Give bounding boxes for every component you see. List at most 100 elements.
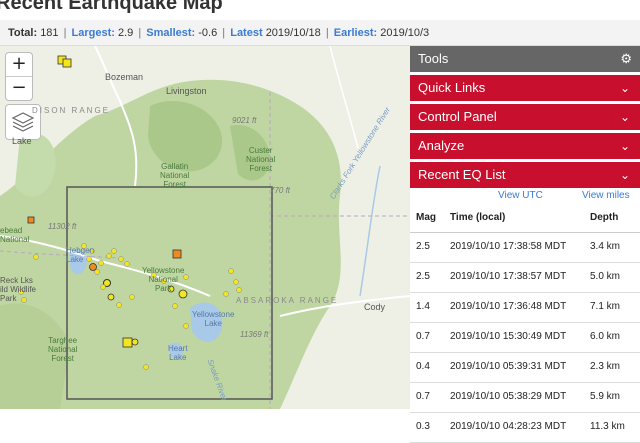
section-label: Recent EQ List — [418, 167, 506, 182]
place-label-hebgen-lake: Hebgen Lake — [66, 246, 95, 264]
chevron-down-icon: ⌄ — [619, 139, 630, 153]
eq-time: 2019/10/10 17:38:57 MDT — [450, 271, 567, 282]
earliest-label[interactable]: Earliest: — [334, 27, 377, 39]
eq-table-header: Mag Time (local) Depth — [410, 204, 640, 233]
separator: | — [325, 27, 329, 39]
peak-label: 11369 ft — [240, 330, 269, 339]
gear-icon[interactable]: ⚙ — [620, 46, 632, 72]
latest-value: 2019/10/18 — [265, 27, 321, 39]
place-label-targhee: Targhee National Forest — [48, 336, 78, 363]
smallest-label[interactable]: Smallest: — [146, 27, 195, 39]
quake-marker[interactable] — [143, 364, 149, 370]
eq-depth: 2.3 km — [590, 361, 621, 372]
place-label-custer: Custer National Forest — [246, 146, 276, 173]
separator: | — [222, 27, 226, 39]
eq-time: 2019/10/10 05:38:29 MDT — [450, 391, 567, 402]
quake-marker[interactable] — [106, 253, 112, 259]
quake-marker[interactable] — [129, 294, 135, 300]
place-label-bozeman: Bozeman — [105, 72, 144, 82]
place-label-gallatin: Gallatin National Forest — [160, 162, 190, 189]
quake-marker[interactable] — [236, 287, 242, 293]
zoom-control: + − — [5, 52, 33, 101]
earliest-value: 2019/10/3 — [380, 27, 430, 39]
column-header-time[interactable]: Time (local) — [450, 204, 505, 232]
quake-marker[interactable] — [122, 337, 133, 348]
zoom-in-button[interactable]: + — [6, 53, 32, 76]
quake-marker[interactable] — [172, 249, 182, 259]
stats-bar: Total: 181 | Largest: 2.9 | Smallest: -0… — [0, 20, 640, 46]
section-label: Control Panel — [418, 109, 497, 124]
zoom-out-button[interactable]: − — [6, 76, 32, 100]
tools-header: Tools ⚙ — [410, 46, 640, 72]
view-miles-link[interactable]: View miles — [582, 190, 630, 201]
chevron-down-icon: ⌄ — [619, 81, 630, 95]
place-label-madison-range: DISON RANGE — [32, 106, 111, 115]
quake-marker[interactable] — [89, 263, 97, 271]
section-quick-links[interactable]: Quick Links ⌄ — [410, 75, 640, 101]
place-label-reck-lks: Reck Lks ild Wildlife Park — [0, 276, 37, 303]
view-links: View UTC View miles — [410, 188, 640, 204]
section-label: Analyze — [418, 138, 465, 153]
tools-panel: Tools ⚙ Quick Links ⌄ Control Panel ⌄ An… — [410, 46, 640, 443]
total-label: Total: — [8, 27, 38, 39]
tools-title: Tools — [418, 51, 449, 66]
eq-mag: 0.7 — [416, 391, 430, 402]
column-header-depth[interactable]: Depth — [590, 204, 618, 232]
section-label: Quick Links — [418, 80, 486, 95]
column-header-mag[interactable]: Mag — [416, 204, 436, 232]
page-title: Recent Earthquake Map — [0, 0, 223, 14]
earthquake-map[interactable]: + − Bozeman Livingston DISON RANGE Lake … — [0, 46, 410, 409]
eq-mag: 2.5 — [416, 271, 430, 282]
smallest-value: -0.6 — [198, 27, 218, 39]
chevron-down-icon: ⌄ — [619, 110, 630, 124]
quake-marker[interactable] — [116, 302, 122, 308]
title-bar: Recent Earthquake Map — [0, 0, 640, 20]
quake-marker[interactable] — [233, 279, 239, 285]
latest-label[interactable]: Latest — [230, 27, 262, 39]
largest-label[interactable]: Largest: — [72, 27, 115, 39]
place-label-lake: Lake — [12, 136, 32, 146]
table-row[interactable]: 0.3 2019/10/10 04:28:23 MDT 11.3 km — [410, 413, 640, 443]
place-label-yellowstone-lake: Yellowstone Lake — [192, 310, 235, 328]
quake-marker[interactable] — [62, 58, 72, 68]
eq-mag: 1.4 — [416, 301, 430, 312]
quake-marker[interactable] — [131, 338, 139, 346]
place-label-heart-lake: Heart Lake — [168, 344, 188, 362]
total-value: 181 — [40, 27, 59, 39]
table-row[interactable]: 2.5 2019/10/10 17:38:58 MDT 3.4 km — [410, 233, 640, 263]
quake-marker[interactable] — [100, 284, 106, 290]
place-label-livingston: Livingston — [166, 86, 207, 96]
quake-marker[interactable] — [223, 291, 229, 297]
place-label-absaroka: ABSAROKA RANGE — [236, 296, 339, 305]
quake-marker[interactable] — [94, 269, 100, 275]
eq-time: 2019/10/10 17:36:48 MDT — [450, 301, 567, 312]
quake-marker[interactable] — [228, 268, 234, 274]
quake-marker[interactable] — [111, 248, 117, 254]
quake-marker[interactable] — [183, 323, 189, 329]
separator: | — [63, 27, 67, 39]
quake-marker[interactable] — [124, 261, 130, 267]
eq-depth: 3.4 km — [590, 241, 621, 252]
chevron-down-icon: ⌄ — [619, 168, 630, 182]
table-row[interactable]: 1.4 2019/10/10 17:36:48 MDT 7.1 km — [410, 293, 640, 323]
place-label-ebead: ebead National — [0, 226, 30, 244]
eq-time: 2019/10/10 17:38:58 MDT — [450, 241, 567, 252]
table-row[interactable]: 2.5 2019/10/10 17:38:57 MDT 5.0 km — [410, 263, 640, 293]
section-recent-eq-list[interactable]: Recent EQ List ⌄ — [410, 162, 640, 188]
eq-mag: 2.5 — [416, 241, 430, 252]
section-analyze[interactable]: Analyze ⌄ — [410, 133, 640, 159]
table-row[interactable]: 0.4 2019/10/10 05:39:31 MDT 2.3 km — [410, 353, 640, 383]
quake-marker[interactable] — [98, 260, 104, 266]
peak-label: 770 ft — [270, 186, 291, 195]
quake-marker[interactable] — [27, 216, 35, 224]
quake-marker[interactable] — [172, 303, 178, 309]
largest-value: 2.9 — [118, 27, 134, 39]
quake-marker[interactable] — [33, 254, 39, 260]
view-utc-link[interactable]: View UTC — [498, 190, 543, 201]
eq-mag: 0.4 — [416, 361, 430, 372]
quake-marker[interactable] — [118, 256, 124, 262]
table-row[interactable]: 0.7 2019/10/10 15:30:49 MDT 6.0 km — [410, 323, 640, 353]
peak-label: 9021 ft — [232, 116, 257, 125]
section-control-panel[interactable]: Control Panel ⌄ — [410, 104, 640, 130]
quake-marker[interactable] — [107, 293, 115, 301]
